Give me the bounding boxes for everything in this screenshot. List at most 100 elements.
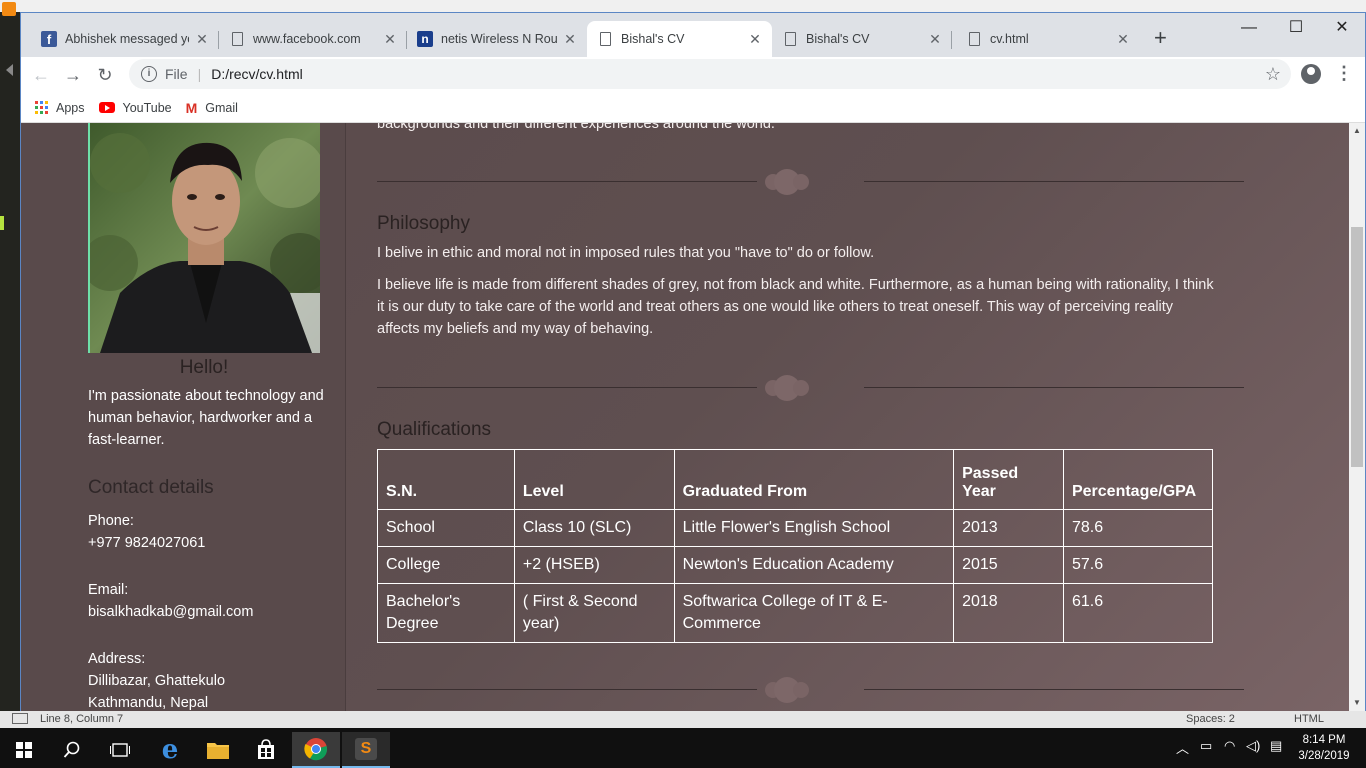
clock-date: 3/28/2019 <box>1298 750 1350 762</box>
gmail-icon: M <box>185 99 198 116</box>
tab-cv-html[interactable]: cv.html ✕ <box>956 21 1140 57</box>
philosophy-paragraph: I belive in ethic and moral not in impos… <box>377 245 875 261</box>
table-cell: School <box>377 509 515 547</box>
page-viewport: Hello! I'm passionate about technology a… <box>21 123 1351 711</box>
contact-phone: Phone: +977 9824027061 <box>88 510 205 554</box>
windows-logo-icon <box>16 742 32 758</box>
tab-title: www.facebook.com <box>253 32 361 46</box>
search-icon[interactable] <box>48 732 96 768</box>
close-tab-icon[interactable]: ✕ <box>1116 31 1130 48</box>
tab-facebook-message[interactable]: f Abhishek messaged yo ✕ <box>31 21 219 57</box>
contact-email: Email: bisalkhadkab@gmail.com <box>88 579 253 623</box>
address-line: Kathmandu, Nepal <box>88 695 209 711</box>
scroll-down-icon[interactable]: ▼ <box>1349 695 1365 711</box>
table-row: Bachelor's Degree ( First & Second year)… <box>377 583 1214 643</box>
cursor-position: Line 8, Column 7 <box>40 713 124 725</box>
document-icon <box>597 31 613 47</box>
bookmark-star-icon[interactable]: ☆ <box>1265 64 1281 85</box>
close-tab-icon[interactable]: ✕ <box>383 31 397 48</box>
minimize-button[interactable]: — <box>1226 15 1272 41</box>
editor-sidebar <box>0 2 20 712</box>
start-button[interactable] <box>0 732 48 768</box>
menu-kebab-icon[interactable]: ⋮ <box>1335 63 1353 84</box>
scheme-label: File <box>165 66 188 82</box>
divider-ornament-icon <box>765 169 809 195</box>
tab-title: Abhishek messaged yo <box>65 32 189 46</box>
email-label: Email: <box>88 582 129 598</box>
editor-title-bar <box>0 0 1366 12</box>
new-tab-button[interactable]: + <box>1154 25 1167 51</box>
close-tab-icon[interactable]: ✕ <box>748 31 762 48</box>
bookmark-youtube[interactable]: YouTube <box>98 100 172 115</box>
store-icon[interactable] <box>242 732 290 768</box>
phone-label: Phone: <box>88 513 134 529</box>
bookmark-apps[interactable]: Apps <box>35 101 85 115</box>
philosophy-paragraph: I believe life is made from different sh… <box>377 277 1214 337</box>
wifi-icon[interactable]: ◠ <box>1224 738 1235 754</box>
close-tab-icon[interactable]: ✕ <box>563 31 577 48</box>
page-scrollbar[interactable]: ▲ ▼ <box>1349 123 1365 711</box>
table-cell: Bachelor's Degree <box>377 583 515 643</box>
tab-title: cv.html <box>990 32 1029 46</box>
collapse-arrow-icon[interactable] <box>6 64 13 76</box>
maximize-button[interactable]: ☐ <box>1273 15 1319 41</box>
monitor-icon[interactable] <box>12 713 28 724</box>
qualifications-heading: Qualifications <box>377 419 492 440</box>
tab-netis-router[interactable]: n netis Wireless N Router ✕ <box>407 21 587 57</box>
tab-strip: f Abhishek messaged yo ✕ www.facebook.co… <box>21 13 1365 57</box>
document-icon <box>782 31 798 47</box>
forward-button[interactable]: → <box>61 63 85 87</box>
table-row: College +2 (HSEB) Newton's Education Aca… <box>377 546 1214 584</box>
editor-status-bar: Line 8, Column 7 Spaces: 2 HTML <box>0 711 1366 728</box>
table-row: School Class 10 (SLC) Little Flower's En… <box>377 509 1214 547</box>
action-center-icon[interactable]: ▤ <box>1270 738 1282 754</box>
tab-facebook[interactable]: www.facebook.com ✕ <box>219 21 407 57</box>
intro-tail-text: backgrounds and their different experien… <box>377 123 775 132</box>
task-view-icon[interactable] <box>96 732 144 768</box>
table-cell: 61.6 <box>1062 583 1214 643</box>
info-icon[interactable]: i <box>141 66 157 82</box>
address-bar[interactable]: i File | D:/recv/cv.html ☆ <box>129 59 1291 89</box>
about-text: I'm passionate about technology and huma… <box>88 388 324 448</box>
phone-value: +977 9824027061 <box>88 535 206 551</box>
tab-title: Bishal's CV <box>621 32 685 46</box>
section-divider <box>377 373 1244 403</box>
profile-avatar-icon[interactable] <box>1301 64 1321 84</box>
section-divider <box>377 675 1244 705</box>
sublime-text-icon[interactable]: S <box>342 732 390 768</box>
system-clock[interactable]: 8:14 PM 3/28/2019 <box>1296 732 1352 764</box>
close-tab-icon[interactable]: ✕ <box>195 31 209 48</box>
table-cell: +2 (HSEB) <box>513 546 675 584</box>
battery-icon[interactable]: ▭ <box>1200 738 1212 754</box>
tab-bishals-cv-active[interactable]: Bishal's CV ✕ <box>587 21 772 57</box>
scroll-up-icon[interactable]: ▲ <box>1349 123 1365 139</box>
document-icon <box>229 31 245 47</box>
indentation-setting[interactable]: Spaces: 2 <box>1186 713 1235 725</box>
close-tab-icon[interactable]: ✕ <box>928 31 942 48</box>
column-header: Level <box>513 449 675 510</box>
volume-icon[interactable]: ◁) <box>1246 738 1260 754</box>
apps-grid-icon <box>35 101 48 114</box>
back-button[interactable]: ← <box>29 63 53 87</box>
address-label: Address: <box>88 651 146 667</box>
line-marker <box>0 216 4 230</box>
bookmark-label: YouTube <box>122 100 172 115</box>
table-cell: Class 10 (SLC) <box>513 509 675 547</box>
table-cell: College <box>377 546 515 584</box>
file-explorer-icon[interactable] <box>194 732 242 768</box>
edge-browser-icon[interactable]: e <box>146 732 194 768</box>
reload-button[interactable]: ↻ <box>93 63 117 87</box>
show-hidden-icons-icon[interactable]: ︿ <box>1176 738 1189 757</box>
url-text[interactable]: D:/recv/cv.html <box>211 66 303 82</box>
table-header-row: S.N. Level Graduated From Passed Year Pe… <box>377 449 1214 510</box>
bookmark-label: Gmail <box>205 100 238 115</box>
scrollbar-thumb[interactable] <box>1351 227 1363 467</box>
table-cell: 2018 <box>953 583 1064 643</box>
tab-bishals-cv[interactable]: Bishal's CV ✕ <box>772 21 952 57</box>
bookmark-gmail[interactable]: M Gmail <box>186 100 238 116</box>
chrome-taskbar-icon[interactable] <box>292 732 340 768</box>
column-header: S.N. <box>377 449 515 510</box>
table-cell: ( First & Second year) <box>513 583 675 643</box>
syntax-setting[interactable]: HTML <box>1294 713 1324 725</box>
close-window-button[interactable]: ✕ <box>1319 15 1365 41</box>
